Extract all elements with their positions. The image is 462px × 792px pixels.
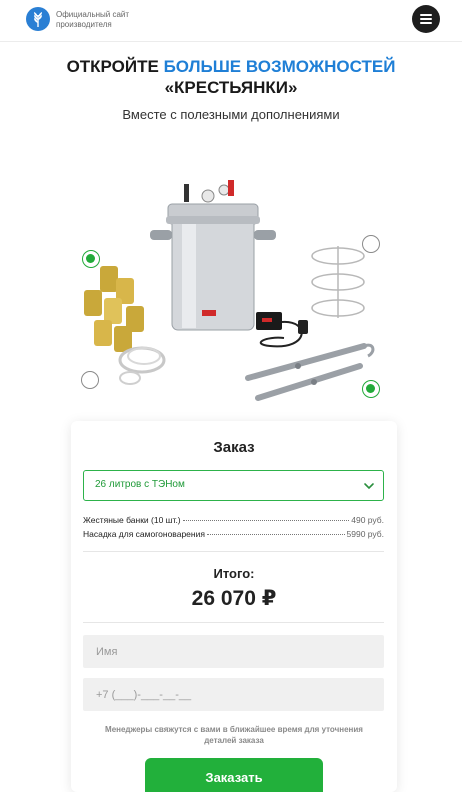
order-title: Заказ: [213, 439, 255, 456]
model-select[interactable]: 26 литров с ТЭНом: [83, 470, 384, 501]
order-line-item: Жестяные банки (10 шт.) 490 руб.: [83, 515, 384, 527]
dehydrator-trays-image: [311, 246, 365, 318]
autoclave-image: [150, 180, 276, 331]
line-item-dots: [182, 520, 350, 521]
divider: [83, 622, 384, 623]
tin-cans-image: [84, 266, 144, 352]
addon-radio-lid-gasket[interactable]: [81, 371, 99, 389]
hero-title-part2: «КРЕСТЬЯНКИ»: [164, 78, 298, 97]
hero-subtitle: Вместе с полезными дополнениями: [122, 107, 340, 122]
logo-caption: Официальный сайт производителя: [56, 10, 130, 29]
line-item-name: Жестяные банки (10 шт.): [83, 515, 181, 525]
product-illustration: [70, 160, 400, 410]
order-card: Заказ 26 литров с ТЭНом Жестяные банки (…: [71, 421, 397, 792]
order-submit-button[interactable]: Заказать: [145, 758, 323, 792]
logo-wheat-icon[interactable]: [26, 7, 50, 31]
hero-title-part1: ОТКРОЙТЕ: [66, 57, 164, 76]
total-value: 26 070 ₽: [191, 587, 277, 610]
distiller-attachment-image: [245, 343, 375, 401]
hero-title: ОТКРОЙТЕ БОЛЬШЕ ВОЗМОЖНОСТЕЙ «КРЕСТЬЯНКИ…: [0, 56, 462, 98]
line-item-price: 490 руб.: [351, 515, 384, 525]
manager-note: Менеджеры свяжутся с вами в ближайшее вр…: [105, 725, 363, 745]
line-item-name: Насадка для самогоноварения: [83, 529, 205, 539]
addon-radio-tin-cans[interactable]: [82, 250, 100, 268]
phone-input[interactable]: [83, 678, 384, 711]
menu-icon[interactable]: [412, 5, 440, 33]
site-header: Официальный сайт производителя: [0, 0, 462, 42]
lid-gasket-image: [118, 346, 166, 385]
chevron-down-icon: [364, 483, 374, 490]
addon-radio-dehydrator-trays[interactable]: [362, 235, 380, 253]
model-select-value: 26 литров с ТЭНом: [95, 479, 185, 490]
line-item-price: 5990 руб.: [346, 529, 384, 539]
divider: [83, 551, 384, 552]
line-item-dots: [206, 534, 345, 535]
hero-title-accent: БОЛЬШЕ ВОЗМОЖНОСТЕЙ: [163, 57, 396, 76]
heater-controller-image: [256, 312, 308, 348]
total-label: Итого:: [213, 566, 255, 581]
order-line-item: Насадка для самогоноварения 5990 руб.: [83, 529, 384, 541]
addon-radio-distiller-attachment[interactable]: [362, 380, 380, 398]
name-input[interactable]: [83, 635, 384, 668]
